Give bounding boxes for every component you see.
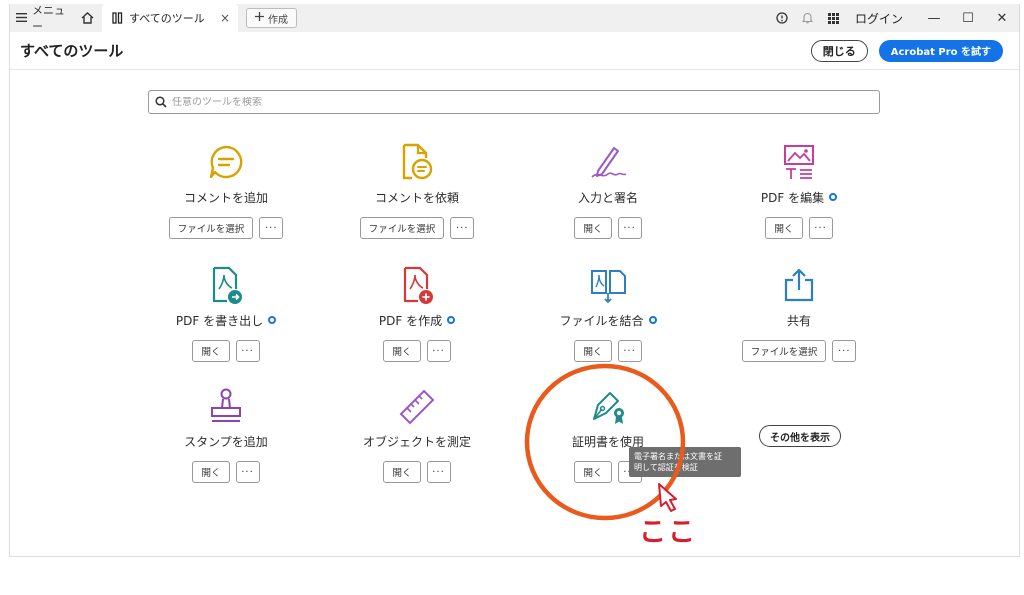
tooltip: 電子署名または文書を証 明して認証を検証 — [629, 447, 741, 477]
fill-sign-icon — [588, 142, 628, 182]
tool-request-comments: コメントを依頼 ファイルを選択 ··· — [327, 142, 507, 239]
select-file-button[interactable]: ファイルを選択 — [168, 217, 254, 239]
menu-button[interactable]: メニュー — [10, 2, 72, 34]
tool-fill-and-sign: 入力と署名 開く ··· — [518, 142, 698, 239]
tool-name: スタンプを追加 — [184, 434, 268, 449]
home-icon — [81, 12, 93, 24]
more-options-button[interactable]: ··· — [808, 217, 833, 239]
more-options-button[interactable]: ··· — [235, 461, 260, 483]
tool-create-pdf: PDF を作成 開く ··· — [327, 265, 507, 362]
search-icon — [155, 93, 167, 112]
open-button[interactable]: 開く — [192, 461, 230, 483]
help-icon[interactable] — [769, 12, 795, 24]
tool-name: 共有 — [786, 313, 811, 328]
tool-add-stamp: スタンプを追加 開く ··· — [136, 386, 316, 483]
home-button[interactable] — [72, 12, 102, 24]
close-button[interactable]: 閉じる — [810, 39, 868, 62]
tab-all-tools[interactable]: すべてのツール × — [102, 4, 238, 32]
open-button[interactable]: 開く — [765, 217, 803, 239]
more-options-button[interactable]: ··· — [259, 217, 284, 239]
plus-icon — [255, 12, 264, 24]
minimize-button[interactable]: — — [917, 11, 951, 26]
certificate-pen-icon — [588, 386, 628, 426]
menu-label: メニュー — [32, 4, 65, 33]
export-pdf-icon — [206, 265, 246, 305]
premium-badge — [829, 193, 838, 201]
premium-badge — [268, 316, 277, 324]
page-header: すべてのツール 閉じる Acrobat Pro を試す — [10, 32, 1019, 70]
more-options-button[interactable]: ··· — [235, 340, 260, 362]
more-options-button[interactable]: ··· — [426, 340, 451, 362]
maximize-button[interactable]: ☐ — [951, 11, 985, 26]
tool-measure-object: オブジェクトを測定 開く ··· — [327, 386, 507, 483]
more-options-button[interactable]: ··· — [426, 461, 451, 483]
tool-name: オブジェクトを測定 — [362, 434, 471, 449]
tool-export-pdf: PDF を書き出し 開く ··· — [136, 265, 316, 362]
show-more-button[interactable]: その他を表示 — [759, 425, 841, 447]
premium-badge — [447, 316, 456, 324]
tool-edit-pdf: PDF を編集 開く ··· — [709, 142, 889, 239]
tooltip-line: 明して認証を検証 — [634, 463, 698, 472]
acrobat-window: メニュー すべてのツール × 作成 ログイン — ☐ ✕ すべてのツール 閉じる… — [9, 4, 1020, 557]
open-button[interactable]: 開く — [574, 461, 612, 483]
edit-pdf-icon — [779, 142, 819, 182]
title-bar: メニュー すべてのツール × 作成 ログイン — ☐ ✕ — [10, 2, 1019, 34]
title-bar-right: ログイン — ☐ ✕ — [769, 4, 1019, 32]
open-button[interactable]: 開く — [574, 340, 612, 362]
tab-close-icon[interactable]: × — [220, 11, 230, 25]
apps-grid-icon[interactable] — [821, 12, 847, 24]
new-tab-button[interactable]: 作成 — [246, 8, 297, 28]
tool-name: PDF を書き出し — [176, 311, 277, 329]
new-tab-label: 作成 — [268, 14, 288, 26]
tool-name: 入力と署名 — [577, 190, 638, 205]
login-link[interactable]: ログイン — [847, 10, 917, 27]
try-acrobat-pro-button[interactable]: Acrobat Pro を試す — [878, 39, 1003, 62]
tab-label: すべてのツール — [129, 12, 205, 25]
open-button[interactable]: 開く — [383, 340, 421, 362]
comment-icon — [206, 142, 246, 182]
share-icon — [779, 265, 819, 305]
tool-combine-files: ファイルを結合 開く ··· — [518, 265, 698, 362]
bell-icon[interactable] — [795, 12, 821, 24]
more-options-button[interactable]: ··· — [617, 217, 642, 239]
select-file-button[interactable]: ファイルを選択 — [359, 217, 445, 239]
request-comment-icon — [397, 142, 437, 182]
search-input[interactable] — [172, 96, 852, 108]
tooltip-line: 電子署名または文書を証 — [634, 452, 722, 461]
tool-name: コメントを依頼 — [374, 190, 459, 205]
tool-name: PDF を作成 — [379, 311, 456, 329]
combine-files-icon — [588, 265, 628, 305]
page-title: すべてのツール — [20, 42, 124, 60]
more-options-button[interactable]: ··· — [832, 340, 857, 362]
create-pdf-icon — [397, 265, 437, 305]
tool-share: 共有 ファイルを選択 ··· — [709, 265, 889, 362]
tool-name: コメントを追加 — [183, 190, 268, 205]
open-button[interactable]: 開く — [383, 461, 421, 483]
select-file-button[interactable]: ファイルを選択 — [741, 340, 827, 362]
tools-icon — [112, 12, 123, 24]
tool-name: ファイルを結合 — [559, 311, 657, 329]
open-button[interactable]: 開く — [192, 340, 230, 362]
hamburger-icon — [16, 12, 27, 25]
stamp-icon — [206, 386, 246, 426]
more-options-button[interactable]: ··· — [450, 217, 475, 239]
tool-search[interactable] — [148, 90, 880, 114]
tool-add-comment: コメントを追加 ファイルを選択 ··· — [136, 142, 316, 239]
tool-name: PDF を編集 — [761, 188, 838, 206]
close-window-button[interactable]: ✕ — [985, 11, 1019, 26]
more-options-button[interactable]: ··· — [617, 340, 642, 362]
open-button[interactable]: 開く — [574, 217, 612, 239]
premium-badge — [648, 316, 657, 324]
ruler-icon — [397, 386, 437, 426]
